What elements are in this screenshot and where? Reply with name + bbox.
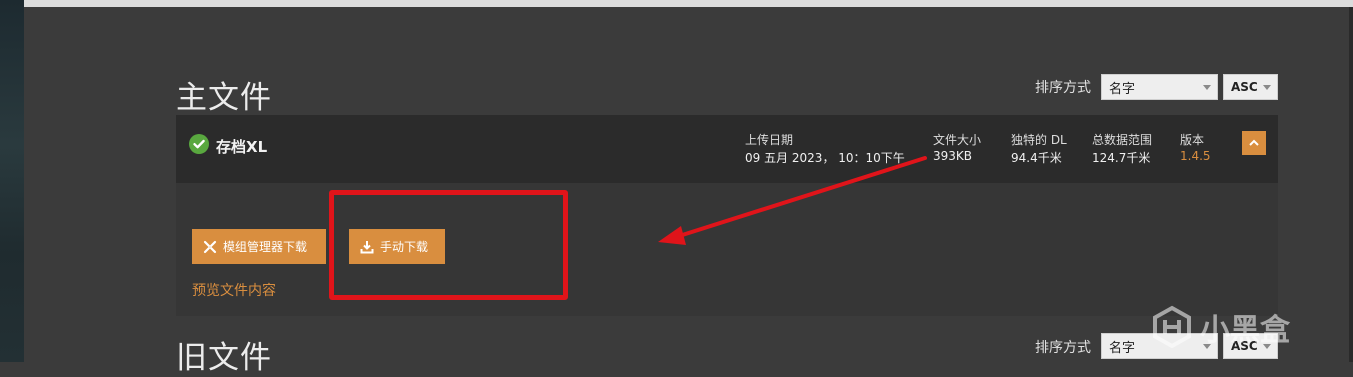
sort-label: 排序方式 <box>1035 340 1091 356</box>
sort-select-value: 名字 <box>1109 340 1136 356</box>
watermark: 小黑盒 <box>1150 305 1290 349</box>
heybox-logo-icon <box>1153 305 1191 349</box>
old-files-title: 旧文件 <box>176 340 272 376</box>
watermark-text: 小黑盒 <box>1200 313 1290 348</box>
